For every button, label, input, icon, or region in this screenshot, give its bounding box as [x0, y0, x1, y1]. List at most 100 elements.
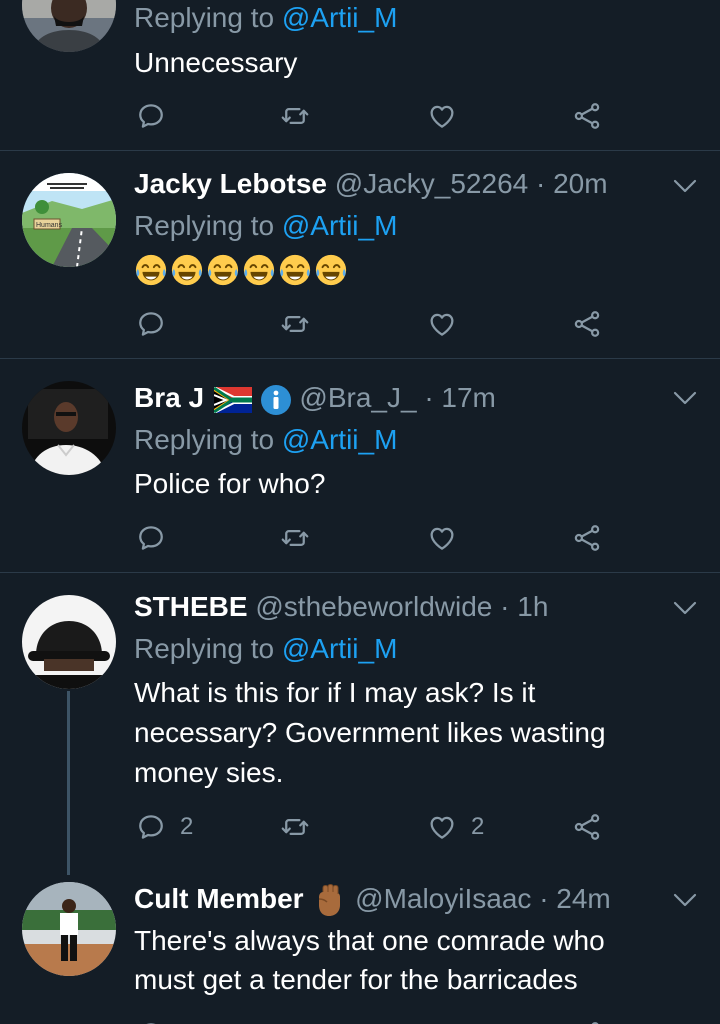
reply-button[interactable] [136, 1015, 166, 1024]
tweet-actions [134, 96, 614, 136]
like-button[interactable] [427, 304, 457, 344]
reply-icon [136, 523, 166, 553]
tweet-text-line-3: money sies. [134, 757, 284, 788]
like-button[interactable] [427, 518, 457, 558]
chevron-down-icon[interactable] [672, 891, 698, 909]
tweet-text: Unnecessary [134, 47, 298, 78]
replying-mention[interactable]: @Artii_M [282, 633, 398, 664]
avatar-image [22, 882, 116, 976]
tweet-4[interactable]: STHEBE @sthebeworldwide · 1h Replying to… [0, 573, 720, 1024]
share-icon [572, 1020, 602, 1024]
share-icon [572, 309, 602, 339]
retweet-button[interactable] [280, 304, 310, 344]
like-button[interactable] [427, 1015, 457, 1024]
like-icon [427, 1020, 457, 1024]
info-icon [260, 384, 291, 415]
handle[interactable]: @MaloyiIsaac [355, 883, 531, 914]
raised-fist-icon [319, 883, 341, 916]
replying-mention[interactable]: @Artii_M [282, 424, 398, 455]
share-button[interactable] [572, 518, 602, 558]
tweet-header: Bra J @Bra_J_ · 17m [134, 381, 496, 416]
share-icon [572, 101, 602, 131]
share-icon [572, 523, 602, 553]
chevron-down-icon[interactable] [672, 389, 698, 407]
reply-icon [136, 101, 166, 131]
display-name[interactable]: Jacky Lebotse [134, 168, 327, 199]
like-icon [427, 523, 457, 553]
replying-mention[interactable]: @Artii_M [282, 2, 398, 33]
replying-to: Replying to @Artii_M [134, 423, 397, 457]
thread-connector [67, 691, 70, 875]
tweet-actions [134, 1015, 614, 1024]
like-count: 2 [471, 813, 485, 840]
avatar-image: Humans [22, 173, 116, 267]
like-icon [427, 812, 457, 842]
tweet-3[interactable]: Bra J @Bra_J_ · 17m Replying to @Artii_M… [0, 359, 720, 573]
avatar[interactable] [22, 595, 116, 689]
replying-label: Replying to [134, 424, 275, 455]
like-button[interactable] [427, 96, 457, 136]
reply-button[interactable] [136, 96, 166, 136]
retweet-button[interactable] [280, 518, 310, 558]
handle[interactable]: @Jacky_52264 [335, 168, 528, 199]
retweet-button[interactable] [280, 1015, 310, 1024]
timestamp[interactable]: · 17m [424, 382, 496, 413]
reply-icon [136, 309, 166, 339]
tweet-header: Jacky Lebotse @Jacky_52264 · 20m [134, 167, 608, 201]
south-africa-flag-icon [213, 386, 252, 413]
joy-emoji-icon [314, 253, 348, 287]
display-name[interactable]: Bra J [134, 382, 204, 413]
avatar[interactable]: Humans [22, 173, 116, 267]
share-button[interactable] [572, 807, 602, 847]
display-name[interactable]: Cult Member [134, 883, 304, 914]
reply-button[interactable] [136, 518, 166, 558]
joy-emoji-icon [206, 253, 240, 287]
retweet-icon [280, 309, 310, 339]
handle[interactable]: @sthebeworldwide [255, 591, 492, 622]
reply-button[interactable]: 2 [136, 807, 193, 847]
reply-button[interactable] [136, 304, 166, 344]
chevron-down-icon[interactable] [672, 599, 698, 617]
retweet-icon [280, 1020, 310, 1024]
tweet-2[interactable]: Humans Jacky Lebotse @Jacky_52264 · 20m … [0, 151, 720, 359]
tweet-header: Cult Member @MaloyiIsaac · 24m [134, 882, 611, 919]
joy-emoji-icon [170, 253, 204, 287]
avatar-image [22, 381, 116, 475]
tweet-5[interactable]: Cult Member @MaloyiIsaac · 24m There's a… [0, 875, 720, 1024]
handle[interactable]: @Bra_J_ [299, 382, 416, 413]
reply-icon [136, 812, 166, 842]
replying-label: Replying to [134, 210, 275, 241]
retweet-button[interactable] [280, 807, 310, 847]
tweet-emoji-text: 😂😂😂😂😂😂 [134, 251, 350, 287]
avatar[interactable] [22, 882, 116, 976]
like-button[interactable]: 2 [427, 807, 484, 847]
timestamp[interactable]: · 24m [539, 883, 611, 914]
replying-to: Replying to @Artii_M [134, 209, 397, 243]
tweet-text-line-1: There's always that one comrade who [134, 925, 605, 956]
retweet-button[interactable] [280, 96, 310, 136]
tweet-1[interactable]: Replying to @Artii_M Unnecessary [0, 0, 720, 151]
retweet-icon [280, 812, 310, 842]
tweet-text-line-2: necessary? Government likes wasting [134, 717, 606, 748]
share-button[interactable] [572, 304, 602, 344]
tweet-actions: 2 2 [134, 807, 614, 847]
chevron-down-icon[interactable] [672, 177, 698, 195]
timestamp[interactable]: · 20m [536, 168, 608, 199]
display-name[interactable]: STHEBE [134, 591, 248, 622]
joy-emoji-icon [278, 253, 312, 287]
avatar[interactable] [22, 0, 116, 52]
avatar[interactable] [22, 381, 116, 475]
share-button[interactable] [572, 96, 602, 136]
timestamp[interactable]: · 1h [500, 591, 548, 622]
replying-to: Replying to @Artii_M [134, 632, 397, 666]
reply-icon [136, 1020, 166, 1024]
tweet-text-line-1: What is this for if I may ask? Is it [134, 677, 536, 708]
replying-mention[interactable]: @Artii_M [282, 210, 398, 241]
replying-label: Replying to [134, 633, 275, 664]
avatar-image [22, 0, 116, 52]
tweet-text: Police for who? [134, 468, 326, 499]
share-button[interactable] [572, 1015, 602, 1024]
reply-count: 2 [180, 813, 194, 840]
tweet-text-line-2: must get a tender for the barricades [134, 964, 578, 995]
joy-emoji-icon [134, 253, 168, 287]
